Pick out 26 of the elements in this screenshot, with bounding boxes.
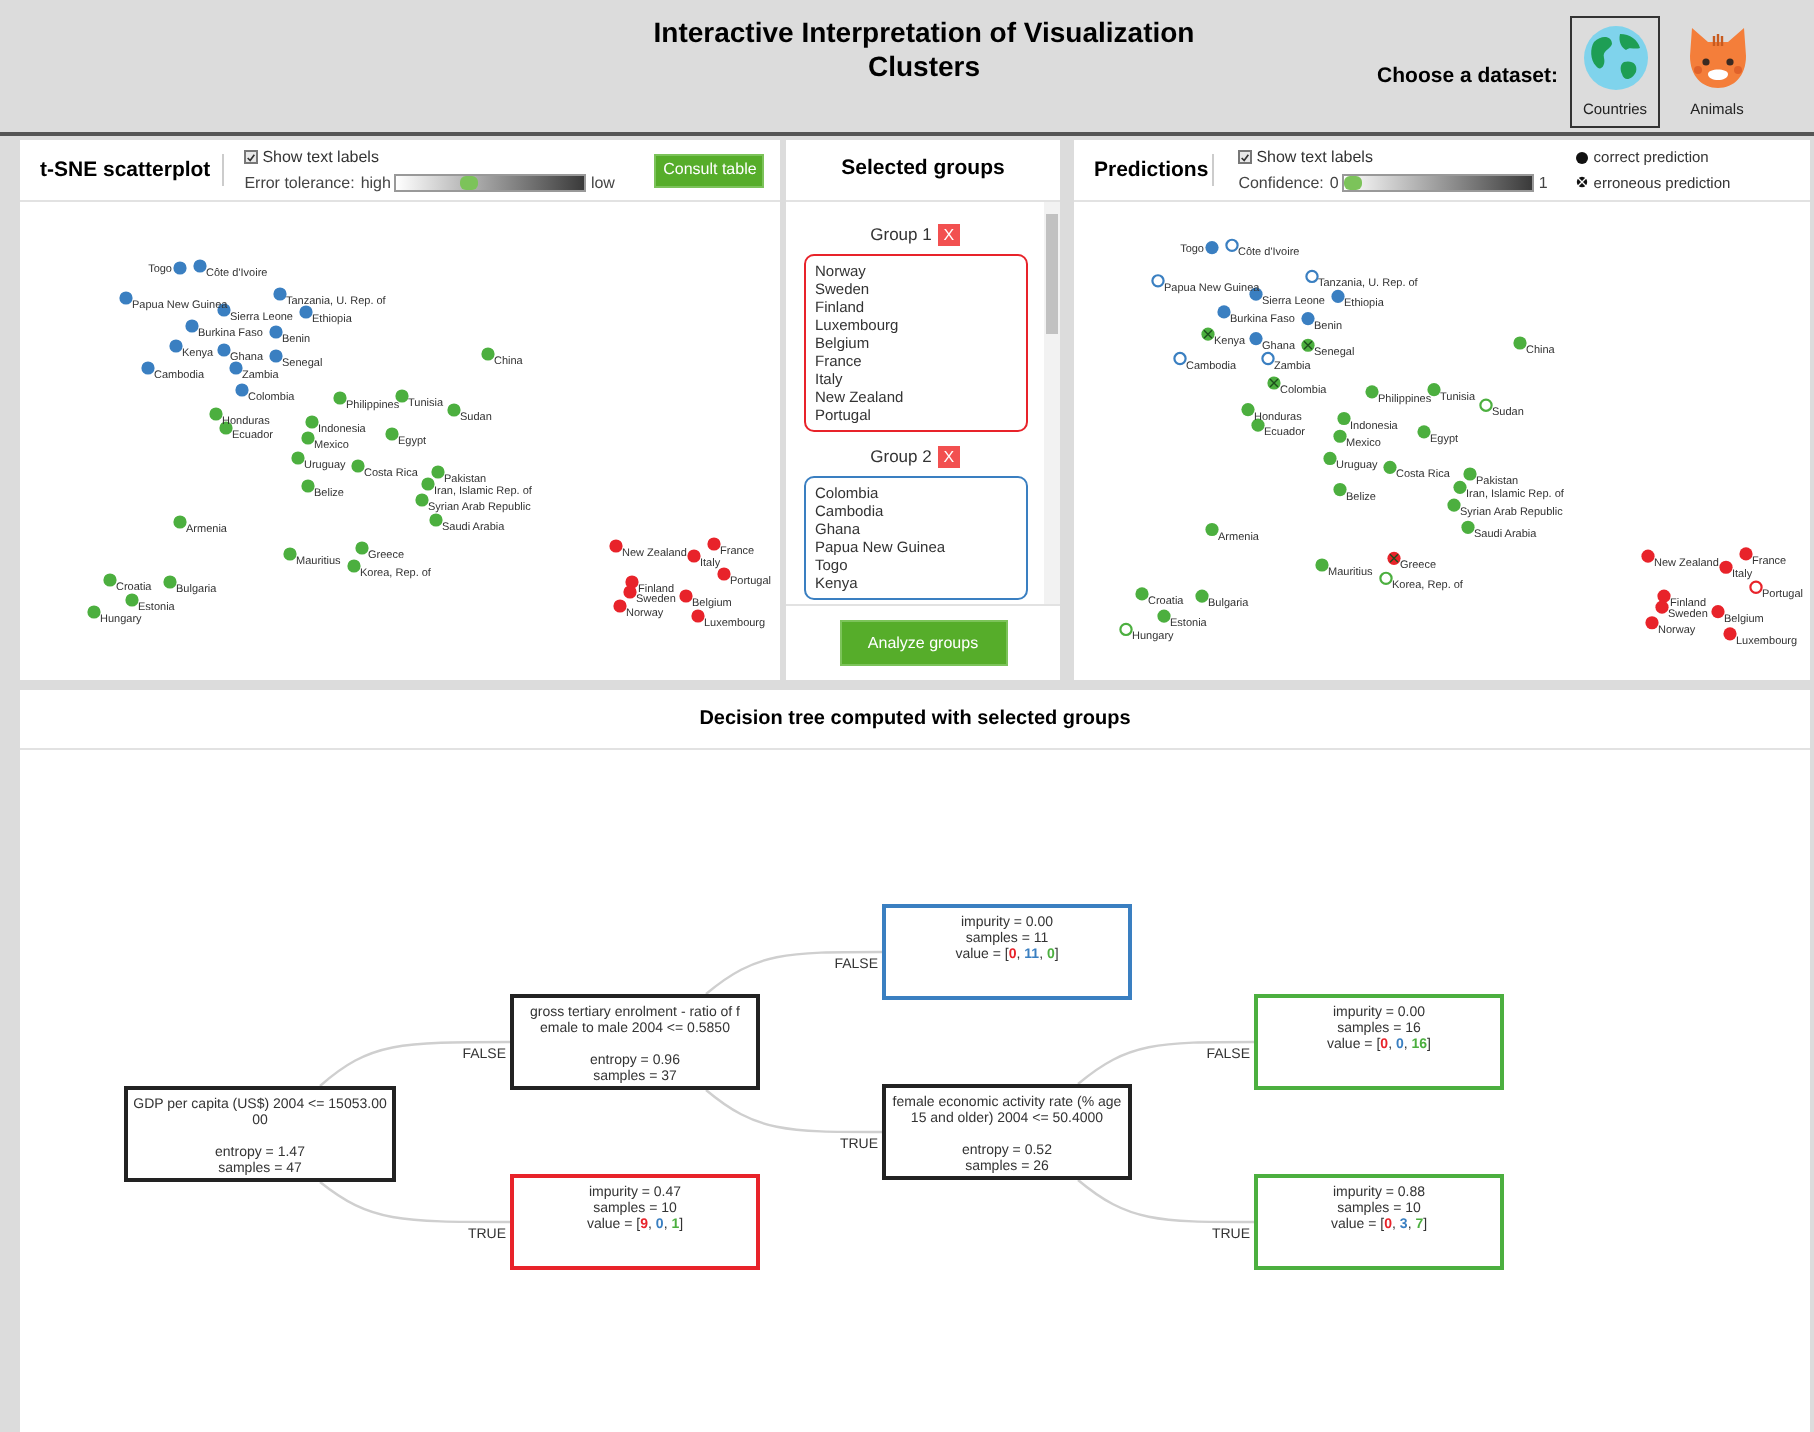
globe-icon [1581, 24, 1649, 92]
panel-title: Decision tree computed with selected groups [699, 706, 1131, 734]
slider-thumb[interactable] [459, 176, 478, 190]
slider-end-label: 0 [1329, 171, 1339, 195]
panel-title: Selected groups [841, 154, 1005, 185]
tolerance-label: Error tolerance: [244, 171, 355, 195]
checkbox[interactable] [1238, 150, 1253, 164]
panel-title: Predictions [1094, 154, 1215, 186]
confidence-label: Confidence: [1238, 171, 1324, 195]
checkbox-label: Show text labels [1256, 145, 1373, 169]
scrollbar[interactable] [1044, 202, 1060, 604]
cross-icon [1575, 176, 1588, 189]
slider-track[interactable] [394, 174, 587, 192]
group-label: Group 1 [870, 222, 932, 248]
dot-icon [1575, 151, 1588, 164]
slider-thumb[interactable] [1344, 176, 1363, 190]
slider-end-label: high [360, 171, 391, 195]
panel-title: t-SNE scatterplot [40, 154, 225, 186]
slider-end-label: 1 [1538, 171, 1548, 195]
group-label: Group 2 [870, 443, 932, 469]
checkbox[interactable] [244, 150, 259, 164]
slider-track[interactable] [1342, 174, 1535, 192]
dataset-chooser-label: Choose a dataset: [1377, 62, 1558, 92]
app-title: Interactive Interpretation of Visualization Clusters [651, 16, 1197, 84]
slider-end-label: low [590, 171, 615, 195]
checkbox-label: Show text labels [262, 145, 379, 169]
